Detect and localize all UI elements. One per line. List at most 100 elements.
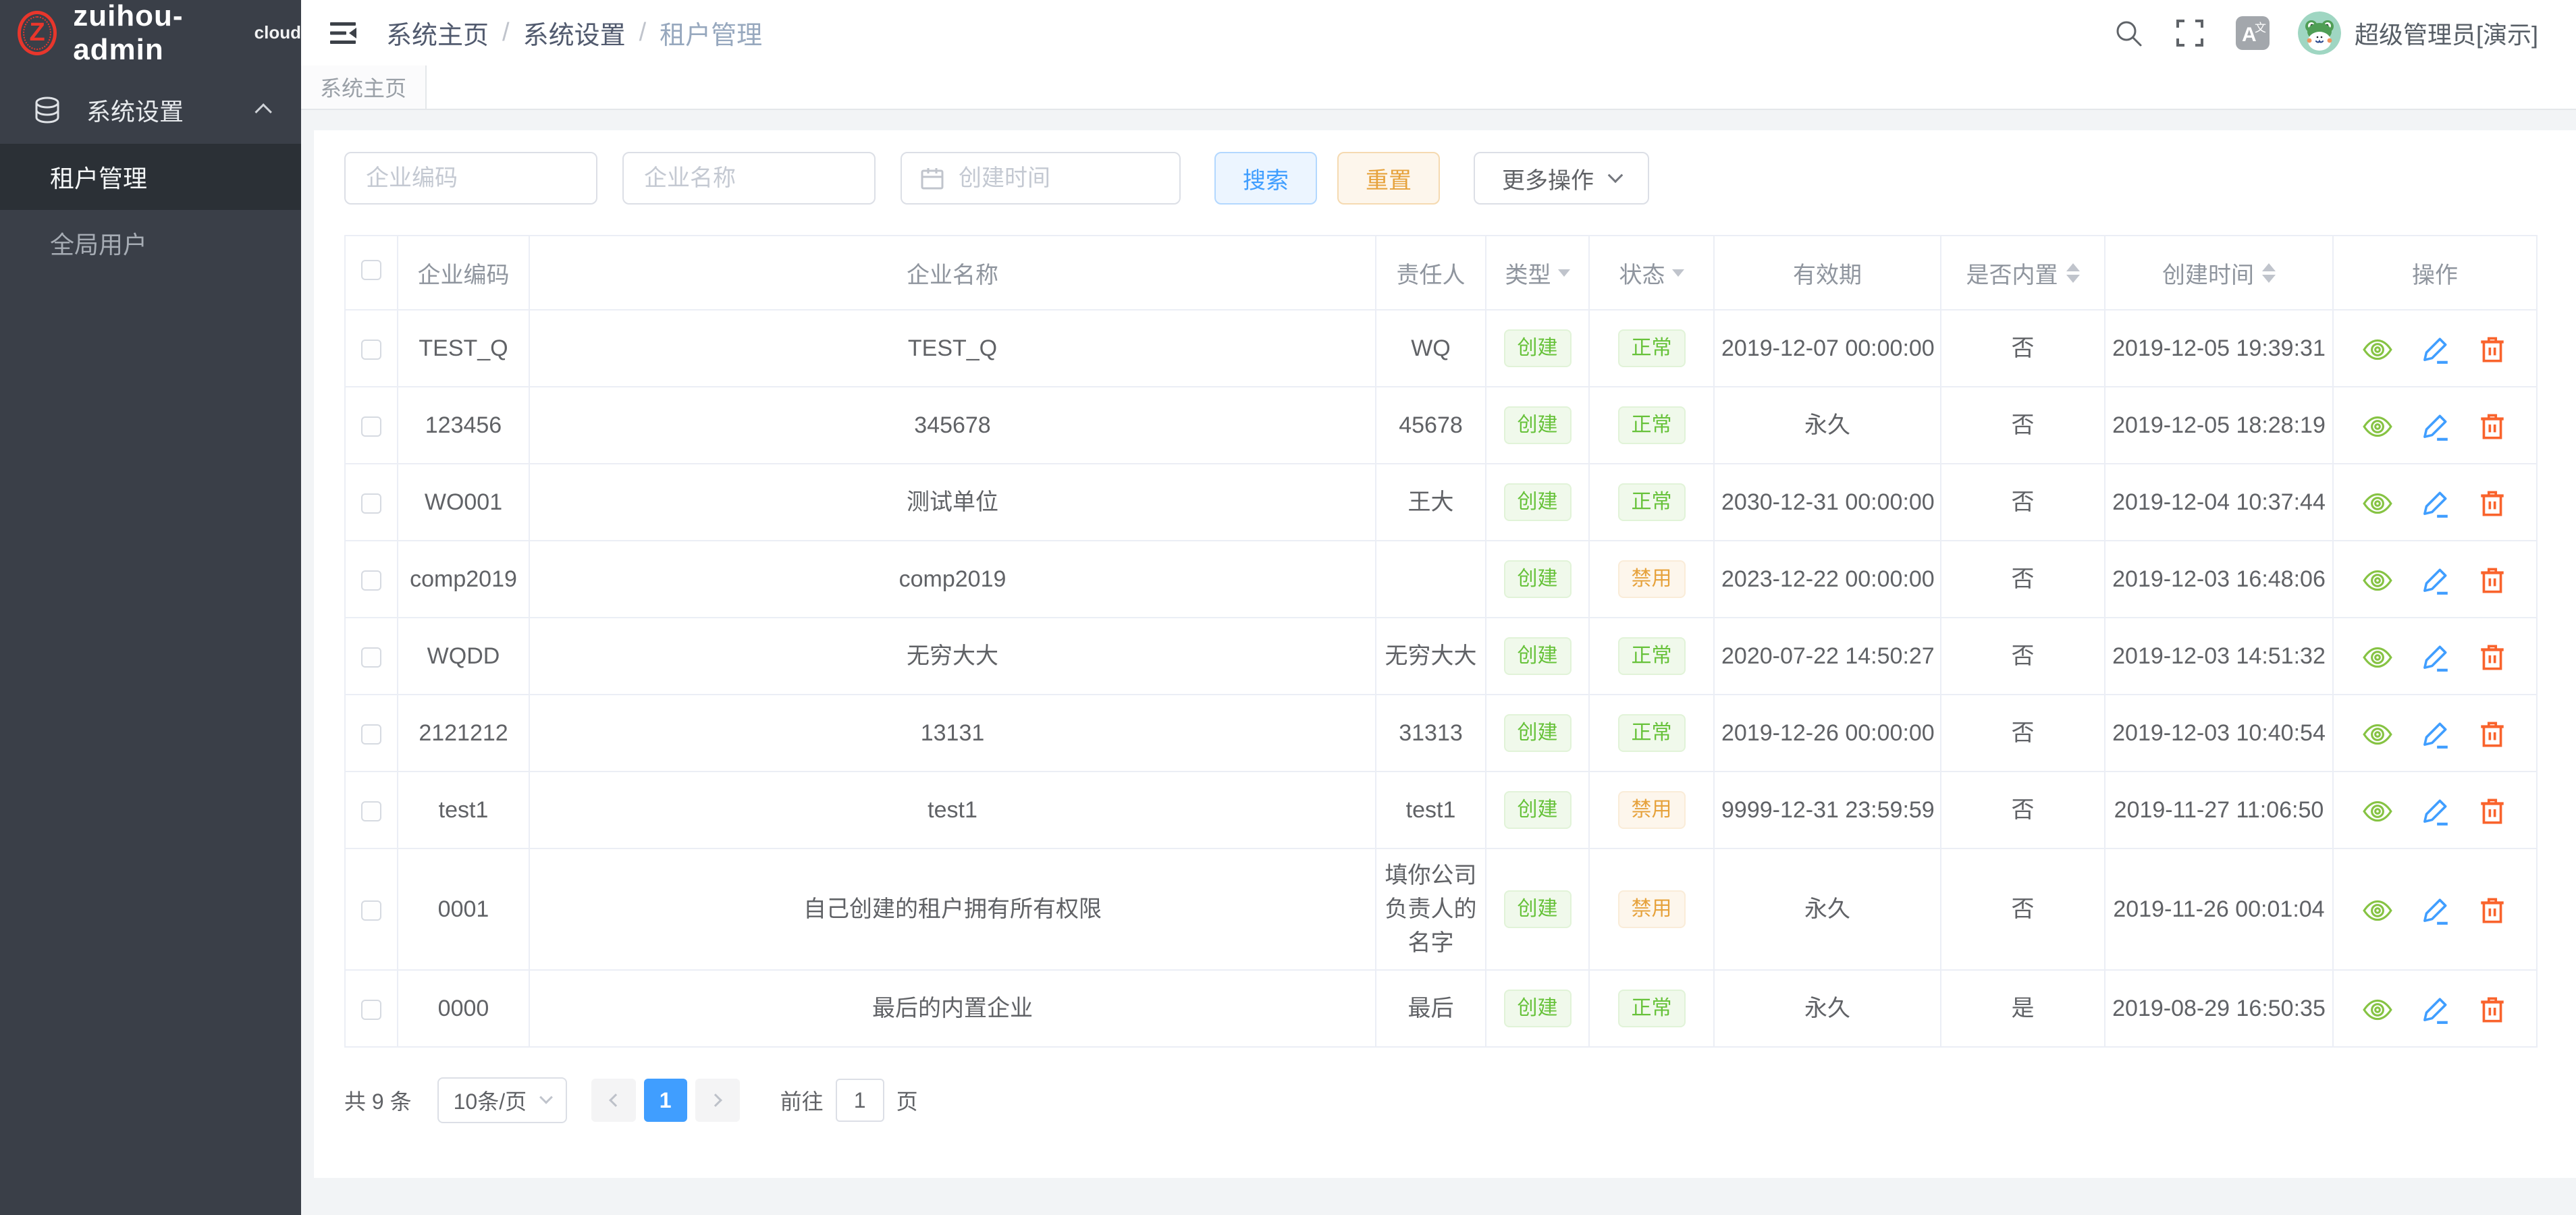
cell-status: 正常 — [1589, 695, 1714, 772]
cell-owner: 王大 — [1376, 464, 1486, 541]
language-icon[interactable]: A 文 — [2236, 16, 2270, 50]
breadcrumb-item-system-settings[interactable]: 系统设置 — [523, 14, 626, 51]
sort-arrows-icon[interactable] — [2066, 263, 2080, 283]
column-header-type[interactable]: 类型 — [1486, 236, 1589, 310]
sidebar-group-system-settings[interactable]: 系统设置 — [0, 76, 301, 144]
reset-button[interactable]: 重置 — [1337, 152, 1440, 205]
edit-icon[interactable] — [2419, 334, 2450, 365]
company-name-input[interactable] — [622, 152, 876, 205]
delete-icon[interactable] — [2477, 411, 2508, 442]
view-icon[interactable] — [2362, 994, 2393, 1025]
cell-status: 正常 — [1589, 618, 1714, 695]
prev-page-button[interactable] — [591, 1079, 636, 1122]
column-header-builtin[interactable]: 是否内置 — [1941, 236, 2105, 310]
more-actions-button[interactable]: 更多操作 — [1474, 152, 1649, 205]
edit-icon[interactable] — [2419, 895, 2450, 926]
row-checkbox[interactable] — [361, 801, 381, 821]
edit-icon[interactable] — [2419, 488, 2450, 519]
edit-icon[interactable] — [2419, 719, 2450, 750]
column-header-select[interactable] — [345, 236, 398, 310]
breadcrumb-item-home[interactable]: 系统主页 — [386, 14, 489, 51]
edit-icon[interactable] — [2419, 994, 2450, 1025]
cell-builtin: 否 — [1941, 618, 2105, 695]
cell-code: 0000 — [398, 970, 529, 1047]
filter-caret-icon[interactable] — [1558, 269, 1570, 277]
delete-icon[interactable] — [2477, 719, 2508, 750]
table-body: TEST_QTEST_QWQ创建正常2019-12-07 00:00:00否20… — [345, 310, 2537, 1047]
edit-icon[interactable] — [2419, 411, 2450, 442]
delete-icon[interactable] — [2477, 642, 2508, 673]
content-area: 搜索 重置 更多操作 企业编码企业名称责任人类型状态有效期是否内置创建时间操作 … — [301, 110, 2576, 1178]
table-row: 12345634567845678创建正常永久否2019-12-05 18:28… — [345, 387, 2537, 464]
breadcrumb-item-tenant-management: 租户管理 — [660, 14, 762, 51]
status-badge: 创建 — [1504, 560, 1572, 598]
sort-arrows-icon[interactable] — [2262, 263, 2276, 283]
page-number-1[interactable]: 1 — [644, 1079, 687, 1122]
cell-validity: 2023-12-22 00:00:00 — [1714, 541, 1941, 618]
view-icon[interactable] — [2362, 642, 2393, 673]
delete-icon[interactable] — [2477, 796, 2508, 827]
status-badge: 创建 — [1504, 406, 1572, 444]
delete-icon[interactable] — [2477, 994, 2508, 1025]
select-all-checkbox[interactable] — [361, 260, 381, 280]
fullscreen-icon[interactable] — [2175, 18, 2205, 48]
row-checkbox[interactable] — [361, 416, 381, 437]
view-icon[interactable] — [2362, 796, 2393, 827]
cell-status: 正常 — [1589, 464, 1714, 541]
filter-bar: 搜索 重置 更多操作 — [344, 152, 2536, 205]
column-header-created[interactable]: 创建时间 — [2105, 236, 2333, 310]
cell-select — [345, 848, 398, 970]
current-user-name[interactable]: 超级管理员[演示] — [2355, 16, 2538, 51]
row-checkbox[interactable] — [361, 1000, 381, 1020]
column-header-validity: 有效期 — [1714, 236, 1941, 310]
sidebar-item-global-users[interactable]: 全局用户 — [0, 210, 301, 276]
view-icon[interactable] — [2362, 565, 2393, 596]
calendar-icon — [919, 165, 945, 191]
column-label: 责任人 — [1397, 256, 1466, 290]
created-time-datepicker[interactable] — [901, 152, 1181, 205]
row-checkbox[interactable] — [361, 493, 381, 514]
search-button[interactable]: 搜索 — [1214, 152, 1317, 205]
view-icon[interactable] — [2362, 411, 2393, 442]
edit-icon[interactable] — [2419, 565, 2450, 596]
cell-created: 2019-12-05 19:39:31 — [2105, 310, 2333, 387]
delete-icon[interactable] — [2477, 895, 2508, 926]
page-size-select[interactable]: 10条/页 — [437, 1077, 567, 1123]
view-icon[interactable] — [2362, 334, 2393, 365]
avatar[interactable] — [2298, 11, 2341, 55]
app-root: Z zuihou-admin cloud 系统设置 租户管理 全局用户 — [0, 0, 2576, 1215]
cell-status: 正常 — [1589, 310, 1714, 387]
cell-select — [345, 618, 398, 695]
search-icon[interactable] — [2113, 18, 2144, 49]
sidebar-item-tenant-management[interactable]: 租户管理 — [0, 144, 301, 210]
collapse-menu-icon[interactable] — [325, 16, 360, 51]
delete-icon[interactable] — [2477, 565, 2508, 596]
filter-caret-icon[interactable] — [1672, 269, 1684, 277]
row-checkbox[interactable] — [361, 570, 381, 591]
cell-select — [345, 970, 398, 1047]
cell-actions — [2333, 970, 2537, 1047]
breadcrumb-separator: / — [639, 18, 647, 47]
cell-builtin: 否 — [1941, 772, 2105, 848]
row-checkbox[interactable] — [361, 340, 381, 360]
table-row: WQDD无穷大大无穷大大创建正常2020-07-22 14:50:27否2019… — [345, 618, 2537, 695]
delete-icon[interactable] — [2477, 488, 2508, 519]
created-time-input[interactable] — [959, 165, 1162, 192]
row-checkbox[interactable] — [361, 900, 381, 921]
view-icon[interactable] — [2362, 895, 2393, 926]
column-header-status[interactable]: 状态 — [1589, 236, 1714, 310]
goto-page-input[interactable] — [836, 1079, 884, 1122]
view-icon[interactable] — [2362, 488, 2393, 519]
tab-system-home[interactable]: 系统主页 — [301, 65, 427, 109]
delete-icon[interactable] — [2477, 334, 2508, 365]
cell-type: 创建 — [1486, 772, 1589, 848]
cell-owner: 31313 — [1376, 695, 1486, 772]
cell-actions — [2333, 695, 2537, 772]
next-page-button[interactable] — [695, 1079, 740, 1122]
company-code-input[interactable] — [344, 152, 597, 205]
row-checkbox[interactable] — [361, 724, 381, 745]
edit-icon[interactable] — [2419, 796, 2450, 827]
view-icon[interactable] — [2362, 719, 2393, 750]
row-checkbox[interactable] — [361, 647, 381, 668]
edit-icon[interactable] — [2419, 642, 2450, 673]
